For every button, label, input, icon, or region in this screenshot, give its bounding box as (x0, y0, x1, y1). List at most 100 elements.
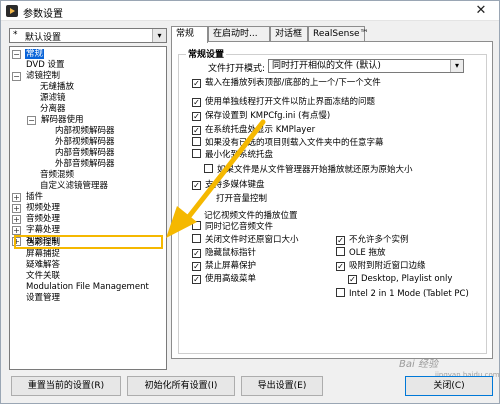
expand-icon[interactable]: + (12, 215, 21, 224)
checkbox[interactable]: ✓ (192, 262, 201, 271)
close-button[interactable]: 关闭(C) (405, 376, 493, 396)
option-label: 隐藏鼠标指针 (205, 248, 257, 258)
checkbox[interactable] (192, 137, 201, 146)
window-title: 参数设置 (23, 9, 63, 20)
tree-item-label: 视频处理 (26, 203, 61, 213)
collapse-icon[interactable]: − (27, 116, 36, 125)
tree-item-label: 插件 (26, 192, 44, 202)
group-title: 常规设置 (186, 47, 227, 60)
tree-item-video-processing[interactable]: + 视频处理 (12, 203, 61, 214)
checkbox[interactable] (336, 288, 345, 297)
option-any-subtitle[interactable]: 如果没有已选的项目则载入文件夹中的任意字幕 (192, 137, 384, 149)
tree-item-settings-management[interactable]: 设置管理 (25, 293, 61, 304)
export-button[interactable]: 导出设置(E) (241, 376, 323, 396)
collapse-icon[interactable]: − (12, 50, 21, 59)
option-disable-screensaver[interactable]: ✓ 禁止屏幕保护 (192, 260, 256, 272)
checkbox[interactable]: ✓ (336, 236, 345, 245)
checkbox[interactable] (192, 149, 201, 158)
tab-realsense[interactable]: RealSense™ (308, 26, 369, 42)
tree-item-label: 内部视频解码器 (55, 126, 115, 136)
option-intel-2in1[interactable]: Intel 2 in 1 Mode (Tablet PC) (336, 288, 469, 300)
checkbox[interactable]: ✓ (192, 79, 201, 88)
option-remember-audio[interactable]: 同时记忆音频文件 (192, 221, 273, 233)
tab-on-startup[interactable]: 在启动时... (208, 26, 270, 42)
tree-item-seamless[interactable]: 无缝播放 (39, 82, 75, 93)
tree-item-splitter[interactable]: 分离器 (39, 104, 67, 115)
option-load-prev-next[interactable]: ✓ 载入在播放列表顶部/底部的上一个/下一个文件 (192, 77, 381, 89)
tree-item-general[interactable]: − 常规 (12, 49, 45, 60)
tree-item-dvd[interactable]: DVD 设置 (25, 60, 65, 71)
tab-general[interactable]: 常规 (171, 26, 208, 43)
tree-item-label: 外部视频解码器 (55, 137, 115, 147)
option-label: 禁止屏幕保护 (205, 261, 257, 271)
tree-item-audio-processing[interactable]: + 音频处理 (12, 214, 61, 225)
checkbox[interactable]: ✓ (336, 262, 345, 271)
settings-tree[interactable]: − 常规 DVD 设置 − 滤镜控制 无缝播放 源滤镜 分离器 − 解码器使用 … (9, 46, 167, 370)
tree-item-external-audio-decoder[interactable]: 外部音频解码器 (54, 159, 116, 170)
tree-item-decoder-usage[interactable]: − 解码器使用 (27, 115, 85, 126)
close-window-icon[interactable]: ✕ (469, 2, 493, 19)
reset-current-button[interactable]: 重置当前的设置(R) (11, 376, 121, 396)
init-all-button[interactable]: 初始化所有设置(I) (127, 376, 235, 396)
tree-item-plugins[interactable]: + 插件 (12, 192, 44, 203)
checkbox[interactable] (336, 247, 345, 256)
checkbox[interactable]: ✓ (192, 126, 201, 135)
checkbox[interactable]: ✓ (192, 275, 201, 284)
tree-item-label: 文件关联 (26, 271, 61, 281)
tree-item-internal-audio-decoder[interactable]: 内部音频解码器 (54, 148, 116, 159)
tree-item-internal-video-decoder[interactable]: 内部视频解码器 (54, 126, 116, 137)
tree-item-label: 滤镜控制 (26, 71, 61, 81)
expand-icon[interactable]: + (12, 204, 21, 213)
option-label: 不允许多个实例 (349, 235, 409, 245)
preset-select[interactable]: * 默认设置 ▾ (9, 28, 167, 43)
checkbox[interactable]: ✓ (192, 112, 201, 121)
option-minimize-tray[interactable]: 最小化到系统托盘 (192, 149, 273, 161)
option-hide-cursor[interactable]: ✓ 隐藏鼠标指针 (192, 247, 256, 259)
option-single-instance[interactable]: ✓ 不允许多个实例 (336, 234, 409, 246)
option-label: 如果文件是从文件管理器开始播放就还原为原始大小 (217, 165, 413, 175)
option-separate-thread[interactable]: ✓ 使用单独线程打开文件以防止界面冻结的问题 (192, 96, 375, 108)
tree-item-screen-capture[interactable]: 屏幕捕捉 (25, 249, 61, 260)
option-tray-icon[interactable]: ✓ 在系统托盘处显示 KMPlayer (192, 124, 315, 136)
option-label: 支持多媒体键盘 (205, 180, 265, 190)
tree-item-filter-control[interactable]: − 滤镜控制 (12, 71, 61, 82)
option-desktop-playlist-only[interactable]: ✓ Desktop, Playlist only (348, 273, 452, 285)
option-snap-edges[interactable]: ✓ 吸附到附近窗口边缘 (336, 260, 426, 272)
option-restore-size[interactable]: 如果文件是从文件管理器开始播放就还原为原始大小 (204, 164, 413, 176)
collapse-icon[interactable]: − (12, 72, 21, 81)
option-ole-drag[interactable]: OLE 拖放 (336, 247, 386, 259)
checkbox[interactable]: ✓ (192, 181, 201, 190)
chevron-down-icon[interactable]: ▾ (152, 29, 166, 42)
checkbox[interactable] (192, 234, 201, 243)
tree-item-troubleshooting[interactable]: 疑难解答 (25, 260, 61, 271)
tree-item-file-association[interactable]: 文件关联 (25, 271, 61, 282)
tree-item-label: 字幕处理 (26, 225, 61, 235)
tree-item-custom-filter-manager[interactable]: 自定义滤镜管理器 (39, 181, 109, 192)
remember-position-label: 记忆视频文件的播放位置 (204, 211, 298, 221)
option-restore-window-size[interactable]: 关闭文件时还原窗口大小 (192, 234, 299, 246)
option-multimedia-keyboard[interactable]: ✓ 支持多媒体键盘 (192, 179, 265, 191)
option-save-to-ini[interactable]: ✓ 保存设置到 KMPCfg.ini (有点慢) (192, 110, 330, 122)
tree-item-audio-mixing[interactable]: 音频混频 (39, 170, 75, 181)
color-control-highlight (14, 235, 163, 249)
file-open-mode-select[interactable]: 同时打开相似的文件 (默认) ▾ (268, 59, 464, 73)
tree-item-external-video-decoder[interactable]: 外部视频解码器 (54, 137, 116, 148)
chevron-down-icon[interactable]: ▾ (450, 60, 463, 72)
option-advanced-menu[interactable]: ✓ 使用高级菜单 (192, 273, 256, 285)
title-bar: 参数设置 ✕ (1, 1, 499, 21)
checkbox[interactable] (204, 164, 213, 173)
checkbox[interactable]: ✓ (348, 275, 357, 284)
checkbox[interactable] (192, 221, 201, 230)
tree-item-label: Modulation File Management (26, 282, 149, 292)
tree-item-source-filter[interactable]: 源滤镜 (39, 93, 67, 104)
checkbox[interactable]: ✓ (192, 98, 201, 107)
expand-icon[interactable]: + (12, 226, 21, 235)
expand-icon[interactable]: + (12, 193, 21, 202)
tree-item-modulation-file-management[interactable]: Modulation File Management (25, 282, 150, 293)
open-volume-control-link[interactable]: 打开音量控制 (216, 193, 267, 205)
tab-dialogs[interactable]: 对话框 (270, 26, 308, 42)
watermark-logo: Bai 经验 (399, 359, 438, 370)
app-icon (6, 5, 18, 17)
checkbox[interactable]: ✓ (192, 249, 201, 258)
tree-item-label: 源滤镜 (40, 93, 66, 103)
